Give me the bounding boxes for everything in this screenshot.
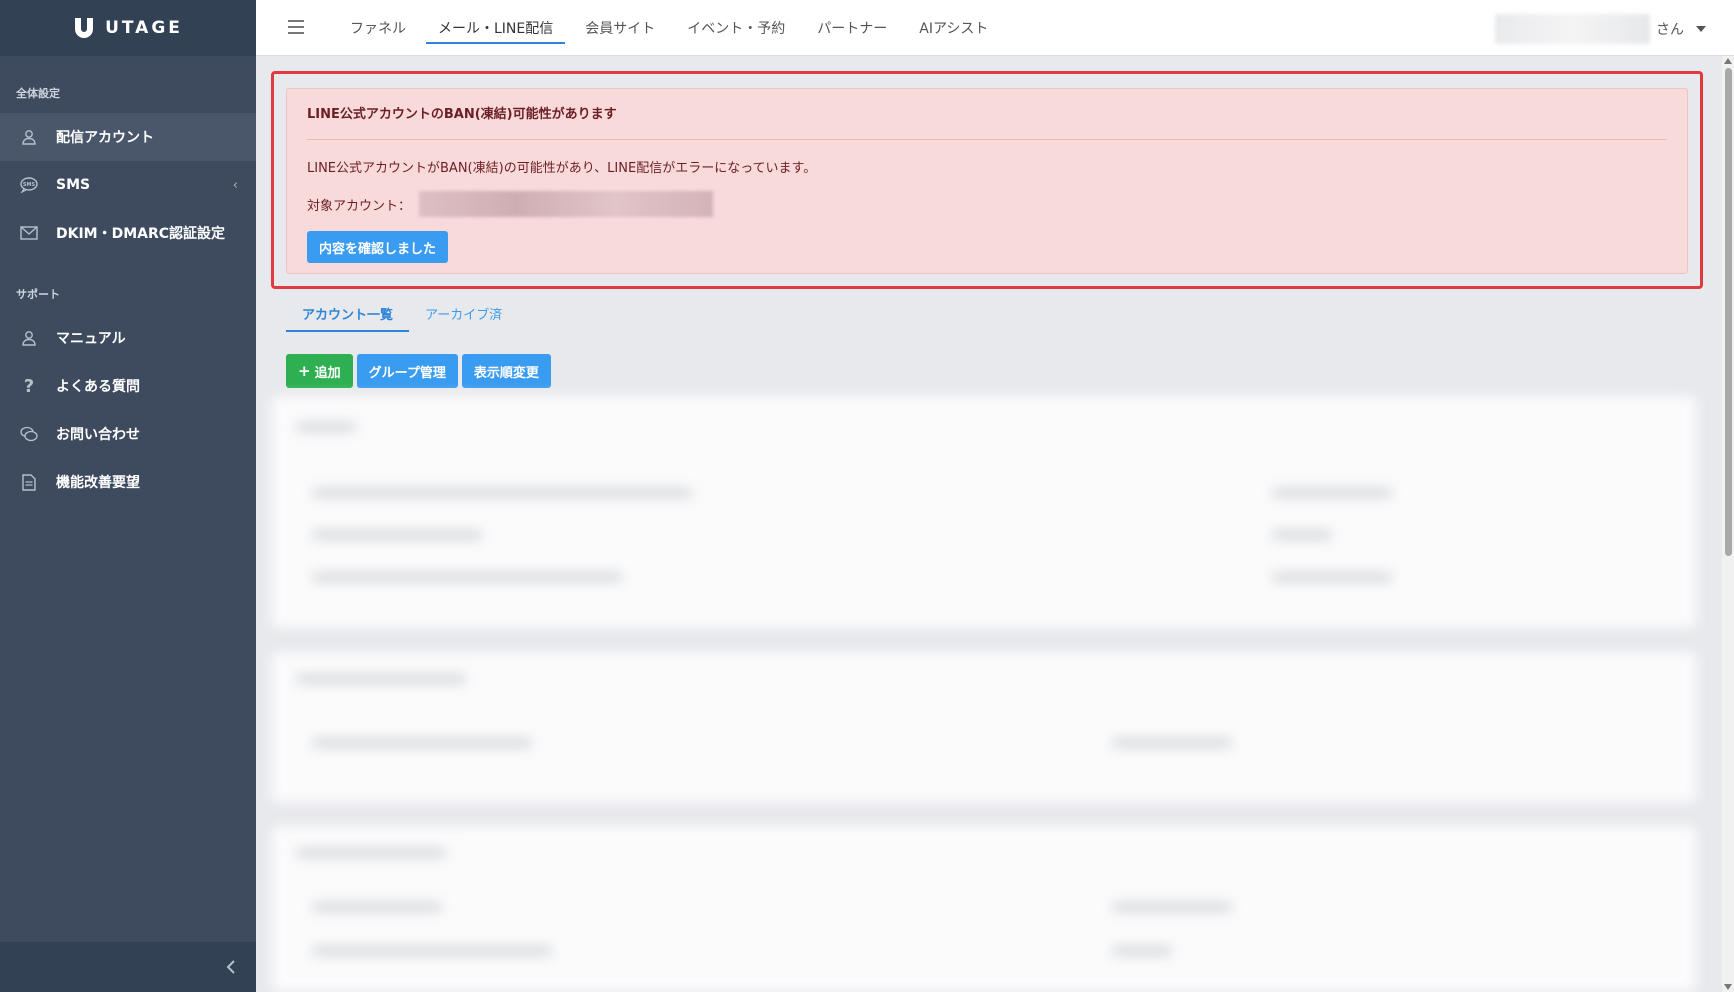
tab-archived[interactable]: アーカイブ済 — [409, 294, 518, 332]
sidebar-item-sms[interactable]: SMS SMS ‹ — [0, 161, 256, 209]
blurred-account-group — [272, 652, 1696, 802]
sidebar-item-label: SMS — [56, 177, 91, 193]
sidebar-item-feature-request[interactable]: 機能改善要望 — [0, 458, 256, 506]
account-tabs: アカウント一覧 アーカイブ済 — [286, 294, 518, 332]
nav-event-reservation[interactable]: イベント・予約 — [675, 0, 797, 56]
blurred-account-group — [272, 826, 1696, 992]
sidebar-item-label: 配信アカウント — [56, 130, 154, 146]
sms-icon: SMS — [20, 176, 38, 194]
sidebar: UTAGE 全体設定 配信アカウント SMS SMS ‹ DKIM・DMARC認… — [0, 0, 256, 992]
sidebar-item-label: DKIM・DMARC認証設定 — [56, 226, 226, 242]
tab-account-list[interactable]: アカウント一覧 — [286, 294, 410, 332]
target-account: 対象アカウント： — [307, 191, 714, 217]
top-nav: ファネル メール・LINE配信 会員サイト イベント・予約 パートナー AIアシ… — [338, 0, 1008, 56]
action-bar: + 追加 グループ管理 表示順変更 — [286, 354, 551, 388]
sidebar-item-delivery-account[interactable]: 配信アカウント — [0, 113, 256, 161]
sidebar-item-label: マニュアル — [56, 331, 126, 347]
sidebar-item-faq[interactable]: ? よくある質問 — [0, 362, 256, 410]
account-name-redacted — [419, 191, 714, 217]
add-button[interactable]: + 追加 — [286, 354, 353, 388]
ban-warning-alert: LINE公式アカウントのBAN(凍結)可能性があります LINE公式アカウントが… — [286, 88, 1688, 274]
reorder-button[interactable]: 表示順変更 — [461, 354, 551, 388]
nav-ai-assist[interactable]: AIアシスト — [907, 0, 1000, 56]
alert-message: LINE公式アカウントがBAN(凍結)の可能性があり、LINE配信がエラーになっ… — [307, 161, 817, 176]
chat-icon — [20, 425, 38, 443]
logo[interactable]: UTAGE — [0, 0, 256, 56]
confirm-button[interactable]: 内容を確認しました — [307, 231, 449, 263]
document-icon — [20, 473, 38, 491]
sidebar-item-manual[interactable]: マニュアル — [0, 314, 256, 362]
sidebar-footer — [0, 942, 256, 992]
hamburger-icon — [288, 20, 304, 22]
envelope-icon — [20, 224, 38, 242]
vertical-scrollbar[interactable] — [1722, 56, 1734, 992]
divider — [307, 139, 1667, 140]
alert-title: LINE公式アカウントのBAN(凍結)可能性があります — [307, 107, 617, 122]
scrollbar-thumb[interactable] — [1725, 68, 1732, 556]
chevron-left-icon: ‹ — [232, 177, 238, 193]
nav-member-site[interactable]: 会員サイト — [573, 0, 667, 56]
scroll-up-icon[interactable] — [1724, 58, 1732, 64]
caret-down-icon — [1696, 26, 1706, 32]
target-account-label: 対象アカウント： — [307, 198, 412, 214]
add-button-label: 追加 — [314, 365, 341, 381]
svg-text:SMS: SMS — [23, 182, 36, 188]
user-name-redacted — [1495, 14, 1650, 44]
main-content: LINE公式アカウントのBAN(凍結)可能性があります LINE公式アカウントが… — [256, 56, 1722, 992]
section-title-general: 全体設定 — [16, 87, 60, 100]
nav-partner[interactable]: パートナー — [805, 0, 899, 56]
sidebar-item-dkim-dmarc[interactable]: DKIM・DMARC認証設定 — [0, 209, 256, 257]
user-icon — [20, 329, 38, 347]
sidebar-item-label: よくある質問 — [56, 379, 140, 395]
section-title-support: サポート — [16, 288, 60, 301]
question-icon: ? — [23, 375, 35, 397]
utage-logo-icon — [75, 18, 94, 38]
logo-text: UTAGE — [105, 18, 183, 38]
blurred-account-group — [272, 396, 1696, 628]
scroll-down-icon[interactable] — [1724, 984, 1732, 990]
user-icon — [20, 128, 38, 146]
group-manage-button[interactable]: グループ管理 — [356, 354, 458, 388]
top-header: ファネル メール・LINE配信 会員サイト イベント・予約 パートナー AIアシ… — [256, 0, 1734, 56]
nav-mail-line[interactable]: メール・LINE配信 — [426, 0, 566, 56]
user-suffix: さん — [1656, 22, 1684, 38]
sidebar-item-contact[interactable]: お問い合わせ — [0, 410, 256, 458]
user-menu[interactable]: さん — [1495, 14, 1706, 44]
chevron-left-icon — [226, 960, 235, 974]
nav-funnel[interactable]: ファネル — [338, 0, 418, 56]
sidebar-item-label: お問い合わせ — [56, 427, 140, 443]
menu-toggle-button[interactable] — [288, 20, 304, 34]
sidebar-item-label: 機能改善要望 — [56, 475, 140, 491]
collapse-sidebar-button[interactable] — [220, 956, 242, 978]
plus-icon: + — [298, 362, 311, 380]
